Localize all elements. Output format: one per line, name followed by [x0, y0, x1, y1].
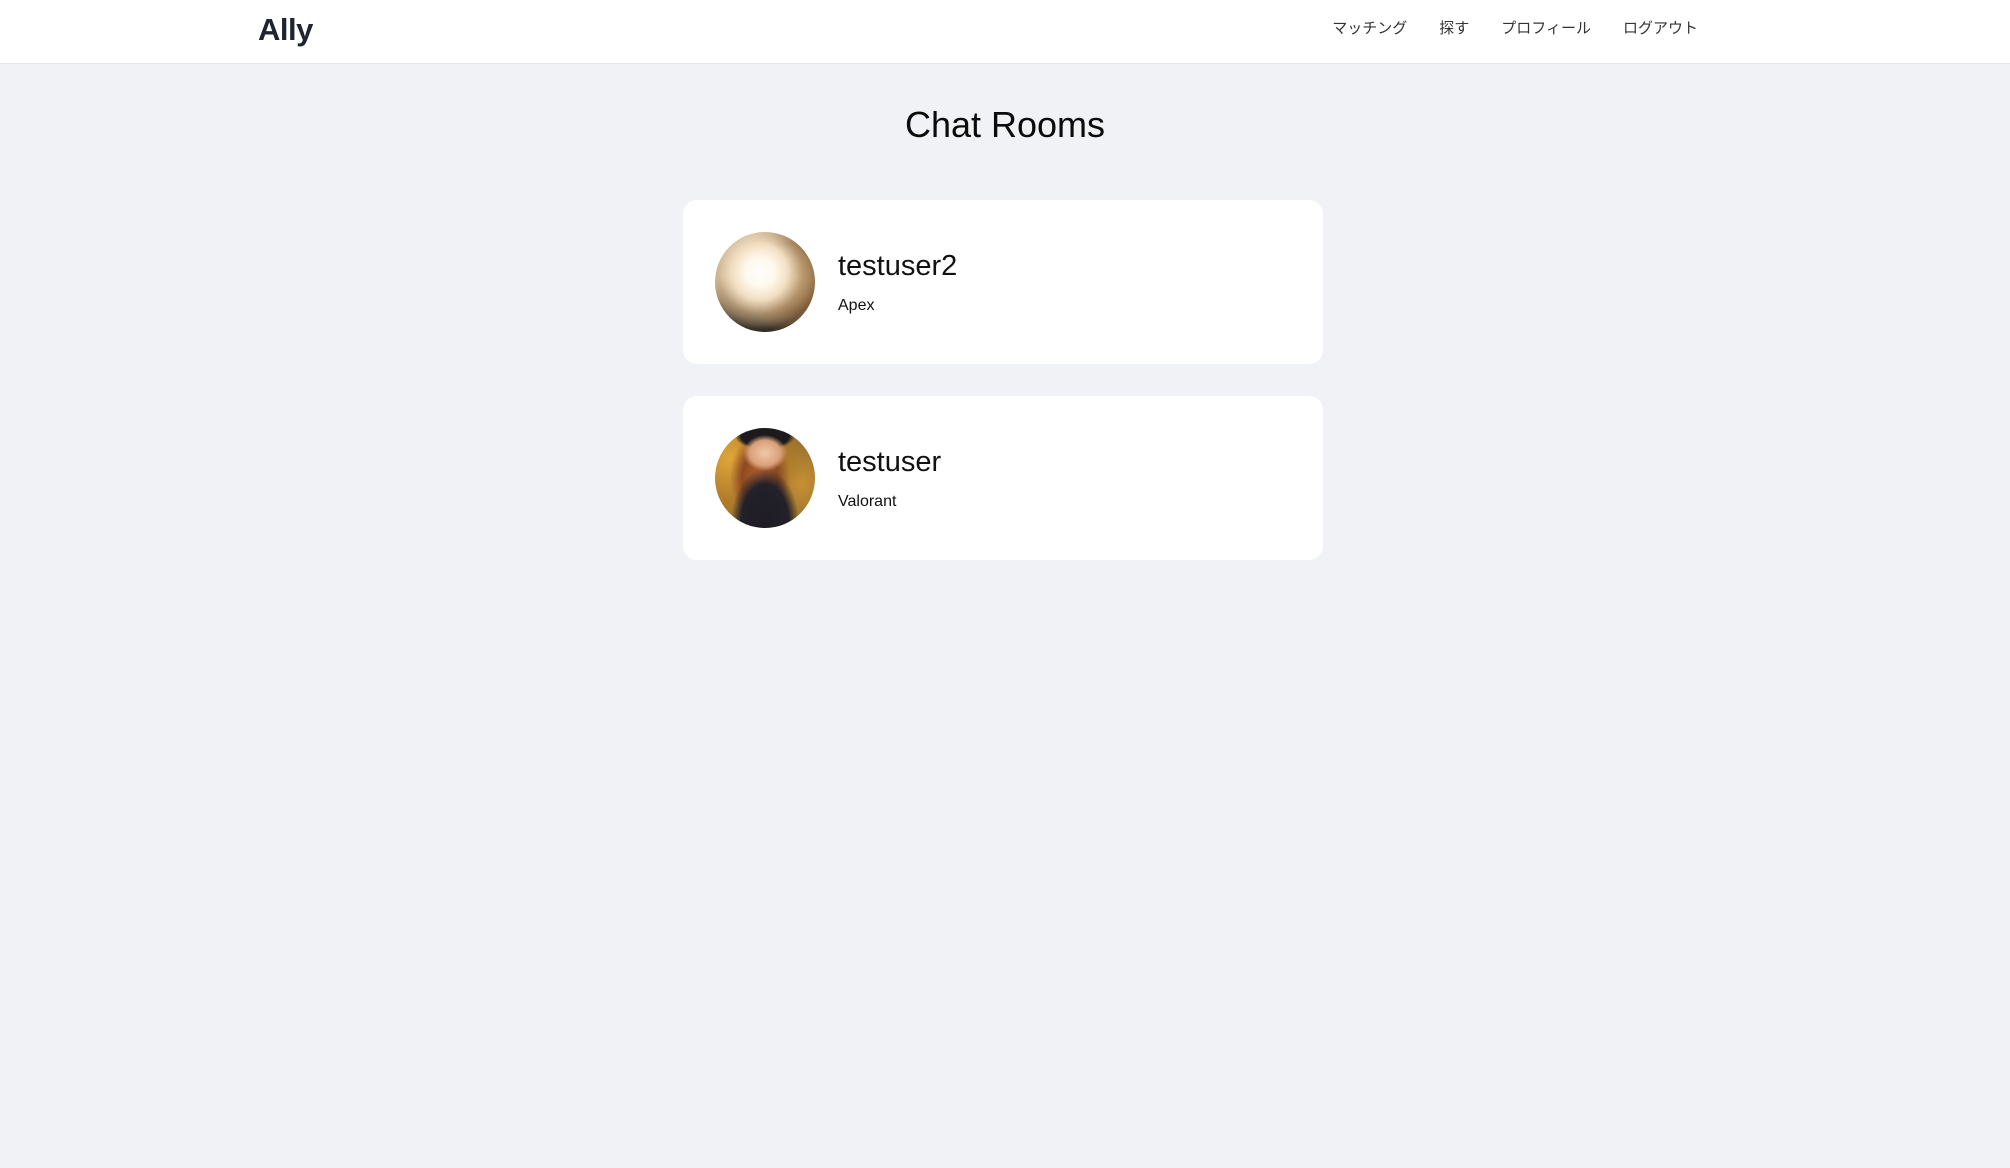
room-game: Valorant — [838, 493, 897, 510]
nav-item-search[interactable]: 探す — [1439, 18, 1469, 40]
page-title: Chat Rooms — [904, 104, 1106, 145]
nav-item-logout[interactable]: ログアウト — [1623, 18, 1698, 40]
nav-item-profile[interactable]: プロフィール — [1501, 18, 1591, 40]
avatar — [715, 232, 815, 332]
nav-links: マッチング 探す プロフィール ログアウト — [1332, 18, 1698, 40]
room-username: testuser — [838, 446, 942, 478]
room-game: Apex — [838, 297, 875, 314]
chat-room-card[interactable]: testuser2 Apex — [683, 200, 1323, 364]
room-username: testuser2 — [838, 250, 958, 282]
brand-logo[interactable]: Ally — [258, 12, 313, 48]
nav-item-matching[interactable]: マッチング — [1332, 18, 1407, 40]
chat-room-card[interactable]: testuser Valorant — [683, 396, 1323, 560]
avatar — [715, 428, 815, 528]
top-navbar: Ally マッチング 探す プロフィール ログアウト — [0, 0, 2010, 64]
